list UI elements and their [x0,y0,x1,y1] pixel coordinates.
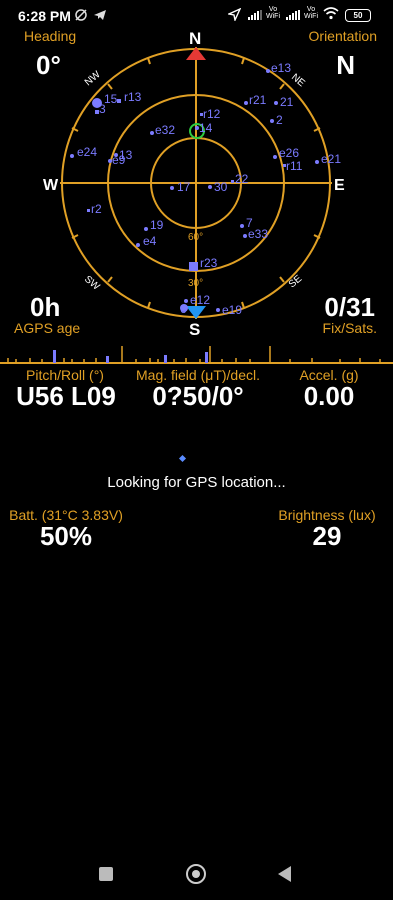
compass-nw: NW [83,69,103,88]
signal-strength-graph [0,346,393,364]
status-message: Looking for GPS location... [107,474,286,491]
compass-s: S [189,320,200,339]
sat-label: e13 [271,61,291,75]
sat-label: 3 [99,102,106,116]
sat-label: e21 [321,152,341,166]
sat-label: 30 [214,180,228,194]
mag-field-value: 0?50/0° [152,381,244,411]
sat-label: e12 [190,293,210,307]
agps-age-label: AGPS age [14,320,81,336]
sat-label: 15 [104,92,118,106]
vowifi-badge-1: Vo WiFi [266,6,280,20]
sat-label: 6 [180,302,187,316]
compass-n: N [189,29,201,48]
compass-ne: NE [289,72,307,90]
sat-label: 21 [280,95,294,109]
sat-label: r11 [286,159,303,173]
sat-label: 2 [276,113,283,127]
sat-label: e26 [279,146,299,160]
compass-w: W [43,177,59,194]
agps-age-value: 0h [30,292,61,322]
accel-value: 0.00 [303,381,355,411]
fix-sats-label: Fix/Sats. [322,320,377,336]
signal-1-icon [248,10,262,20]
sat-label: 19 [150,218,164,232]
sat-label: r23 [200,256,218,270]
ring-label-60: 60° [188,232,203,243]
sat-label: e4 [143,234,157,248]
pitch-roll-value: U56 L09 [16,381,116,411]
sat-label: 14 [199,121,213,135]
sat-label: e33 [248,227,268,241]
sat-label: r21 [249,93,267,107]
sat-label: r12 [203,107,221,121]
sat-label: 17 [177,180,191,194]
back-button[interactable] [278,866,291,882]
recents-button[interactable] [99,867,113,881]
battery-icon: 50 [345,9,371,22]
battery-value: 50% [39,521,93,551]
brightness-value: 29 [312,521,342,551]
signal-2-icon [286,10,300,20]
sat-label: 22 [235,172,249,186]
location-indicator-icon [178,454,187,463]
compass-e: E [334,177,345,194]
ring-label-30: 30° [188,278,203,289]
sat-label: e9 [112,153,126,167]
navigation-bar [0,845,393,900]
sat-label: e24 [77,145,97,159]
sat-label: e19 [222,303,242,317]
home-button[interactable] [186,864,206,884]
sat-label: r13 [124,90,142,104]
sat-label: e32 [155,123,175,137]
fix-sats-value: 0/31 [324,292,375,322]
sat-label: r2 [91,202,102,216]
compass-se: SE [287,273,305,290]
vowifi-badge-2: Vo WiFi [304,6,318,20]
wifi-icon [323,7,339,23]
